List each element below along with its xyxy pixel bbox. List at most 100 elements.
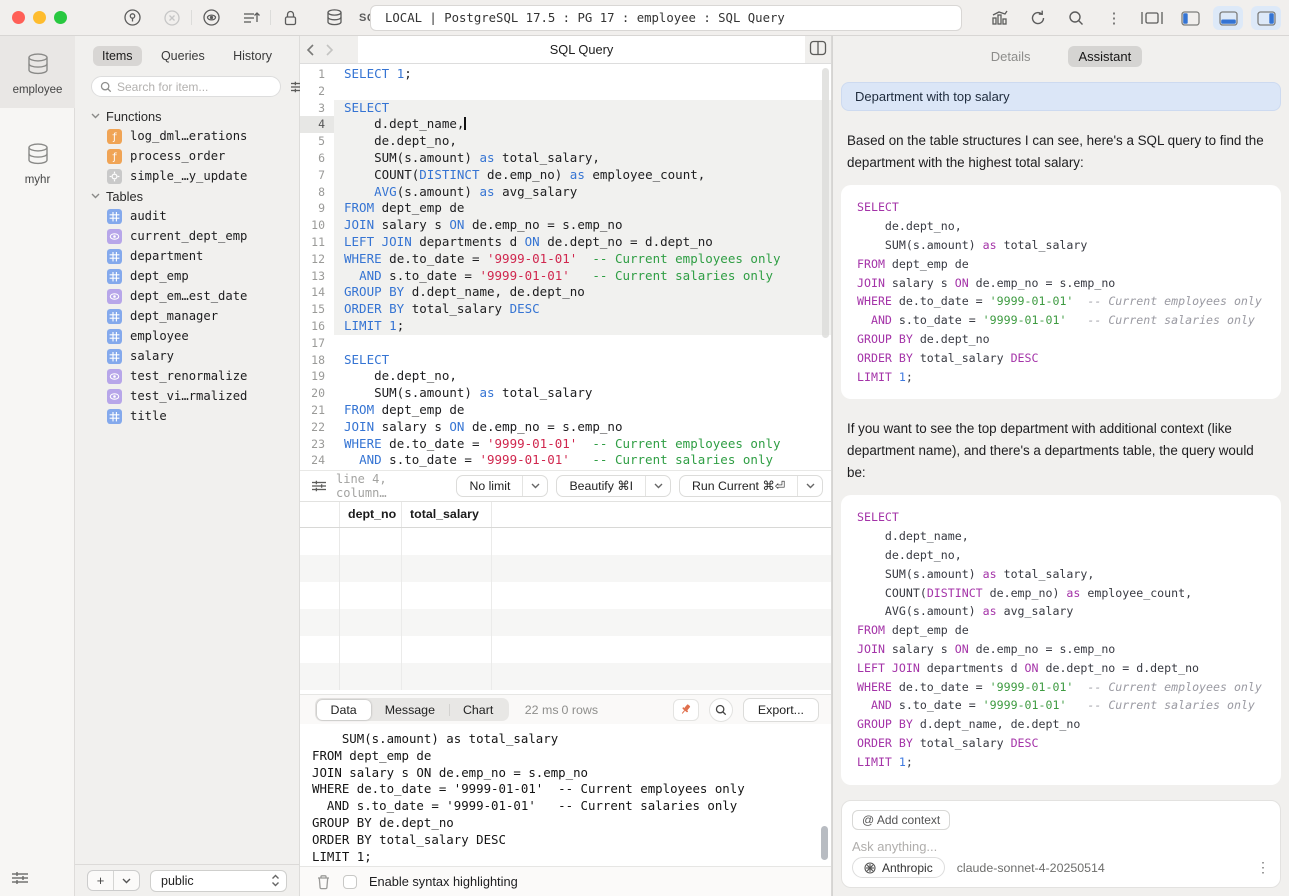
refresh-icon: [1029, 9, 1047, 27]
pin-results-button[interactable]: [673, 699, 699, 721]
chart-button[interactable]: [985, 5, 1015, 31]
search-toolbar-button[interactable]: [1061, 5, 1091, 31]
search-results-button[interactable]: [709, 698, 733, 722]
editor-scrollbar[interactable]: [822, 68, 829, 338]
ask-input[interactable]: [852, 839, 1270, 854]
results-body[interactable]: [300, 528, 831, 690]
results-footer: DataMessageChart 22 ms 0 rows Export...: [300, 694, 831, 724]
assistant-code-block-2[interactable]: SELECT d.dept_name, de.dept_no, SUM(s.am…: [841, 495, 1281, 784]
tree-item-test_vi_rmalized[interactable]: test_vi…rmalized: [75, 386, 299, 406]
back-button[interactable]: [306, 44, 315, 56]
tree-section-tables[interactable]: Tables: [75, 186, 299, 206]
assistant-conversation[interactable]: Department with top salary Based on the …: [833, 76, 1289, 798]
right-panel-icon: [1257, 11, 1276, 26]
limit-dropdown[interactable]: No limit: [456, 475, 548, 497]
sql-editor[interactable]: 1SELECT 1;2 3SELECT4 d.dept_name,5 de.de…: [300, 64, 831, 470]
view-icon: [107, 289, 122, 304]
split-editor-button[interactable]: [809, 40, 827, 56]
assistant-code-block-1[interactable]: SELECT de.dept_no, SUM(s.amount) as tota…: [841, 185, 1281, 399]
editor-line-9: 9FROM dept_emp de: [300, 200, 831, 217]
tree-item-dept_em_est_date[interactable]: dept_em…est_date: [75, 286, 299, 306]
zoom-window-button[interactable]: [54, 11, 67, 24]
toggle-bottom-panel-button[interactable]: [1213, 6, 1243, 30]
table-icon: [107, 249, 122, 264]
table-icon: [107, 409, 122, 424]
tree-item-process_order[interactable]: ƒprocess_order: [75, 146, 299, 166]
forward-button[interactable]: [325, 44, 334, 56]
table-row[interactable]: [300, 555, 831, 582]
toggle-right-panel-button[interactable]: [1251, 6, 1281, 30]
view-icon: [107, 369, 122, 384]
message-scrollbar[interactable]: [821, 826, 828, 860]
connections-filter-button[interactable]: [10, 870, 30, 886]
app-window: { "colors": { "trafficred":"#ff5f57","tr…: [0, 0, 1289, 896]
beautify-button[interactable]: Beautify ⌘I: [556, 475, 671, 497]
clear-message-button[interactable]: [316, 874, 331, 890]
toggle-left-panel-button[interactable]: [1175, 6, 1205, 30]
tree-section-functions[interactable]: Functions: [75, 106, 299, 126]
results-tab-data[interactable]: Data: [317, 700, 371, 720]
table-row[interactable]: [300, 636, 831, 663]
syntax-highlight-checkbox[interactable]: [343, 875, 357, 889]
sidebar-tab-history[interactable]: History: [224, 46, 281, 66]
database-icon: [325, 8, 344, 27]
close-window-button[interactable]: [12, 11, 25, 24]
tree-item-department[interactable]: department: [75, 246, 299, 266]
svg-text:ƒ: ƒ: [111, 152, 117, 163]
composer-options-button[interactable]: ⋮: [1256, 859, 1270, 876]
tree-item-title[interactable]: title: [75, 406, 299, 426]
sidebar-search-input[interactable]: [117, 80, 272, 94]
row-number-gutter: [300, 502, 340, 527]
tree-item-dept_emp[interactable]: dept_emp: [75, 266, 299, 286]
location-pin-button[interactable]: [117, 5, 147, 31]
database-button[interactable]: [319, 5, 349, 31]
list-arrow-up-icon: [241, 9, 261, 27]
provider-select[interactable]: Anthropic: [852, 857, 945, 878]
minimize-window-button[interactable]: [33, 11, 46, 24]
column-header-dept_no[interactable]: dept_no: [340, 502, 402, 527]
results-tab-message[interactable]: Message: [371, 700, 449, 720]
cursor-position: line 4, column…: [336, 472, 440, 500]
center-layout-button[interactable]: [1137, 5, 1167, 31]
tree-item-log_dml_erations[interactable]: ƒlog_dml…erations: [75, 126, 299, 146]
editor-line-2: 2: [300, 83, 831, 100]
export-button[interactable]: Export...: [743, 698, 819, 722]
changes-log-button[interactable]: [236, 5, 266, 31]
tree-item-test_renormalize[interactable]: test_renormalize: [75, 366, 299, 386]
tree-item-simple__y_update[interactable]: simple_…y_update: [75, 166, 299, 186]
table-row[interactable]: [300, 663, 831, 690]
schema-select[interactable]: public: [150, 870, 287, 892]
sidebar-tab-items[interactable]: Items: [93, 46, 142, 66]
add-item-button[interactable]: +: [88, 871, 113, 890]
sidebar-tab-queries[interactable]: Queries: [152, 46, 214, 66]
column-header-total_salary[interactable]: total_salary: [402, 502, 492, 527]
connection-item-myhr[interactable]: myhr: [0, 126, 75, 198]
tree-item-salary[interactable]: salary: [75, 346, 299, 366]
more-options-button[interactable]: ⋮: [1099, 5, 1129, 31]
sidebar-search-box[interactable]: [91, 76, 281, 97]
message-panel[interactable]: SUM(s.amount) as total_salary FROM dept_…: [300, 724, 831, 866]
tree-item-dept_manager[interactable]: dept_manager: [75, 306, 299, 326]
tree-item-current_dept_emp[interactable]: current_dept_emp: [75, 226, 299, 246]
table-row[interactable]: [300, 528, 831, 555]
connection-item-employee[interactable]: employee: [0, 36, 75, 108]
run-current-button[interactable]: Run Current ⌘⏎: [679, 475, 823, 497]
results-tab-chart[interactable]: Chart: [449, 700, 507, 720]
assistant-tab-details[interactable]: Details: [980, 46, 1042, 67]
chevron-down-icon: [122, 878, 131, 884]
tree-item-audit[interactable]: audit: [75, 206, 299, 226]
assistant-tab-assistant[interactable]: Assistant: [1068, 46, 1143, 67]
editor-statusbar: line 4, column… No limit Beautify ⌘I Run…: [300, 470, 831, 502]
table-row[interactable]: [300, 609, 831, 636]
tree-item-employee[interactable]: employee: [75, 326, 299, 346]
lock-button[interactable]: [275, 5, 305, 31]
refresh-button[interactable]: [1023, 5, 1053, 31]
preview-button[interactable]: [196, 5, 226, 31]
sliders-icon[interactable]: [310, 479, 328, 493]
split-panel-icon: [809, 40, 827, 56]
add-context-chip[interactable]: @ Add context: [852, 810, 950, 830]
table-row[interactable]: [300, 582, 831, 609]
editor-tab-title[interactable]: SQL Query: [358, 36, 805, 63]
anthropic-logo-icon: [864, 862, 876, 874]
add-item-dropdown-button[interactable]: [114, 871, 139, 890]
